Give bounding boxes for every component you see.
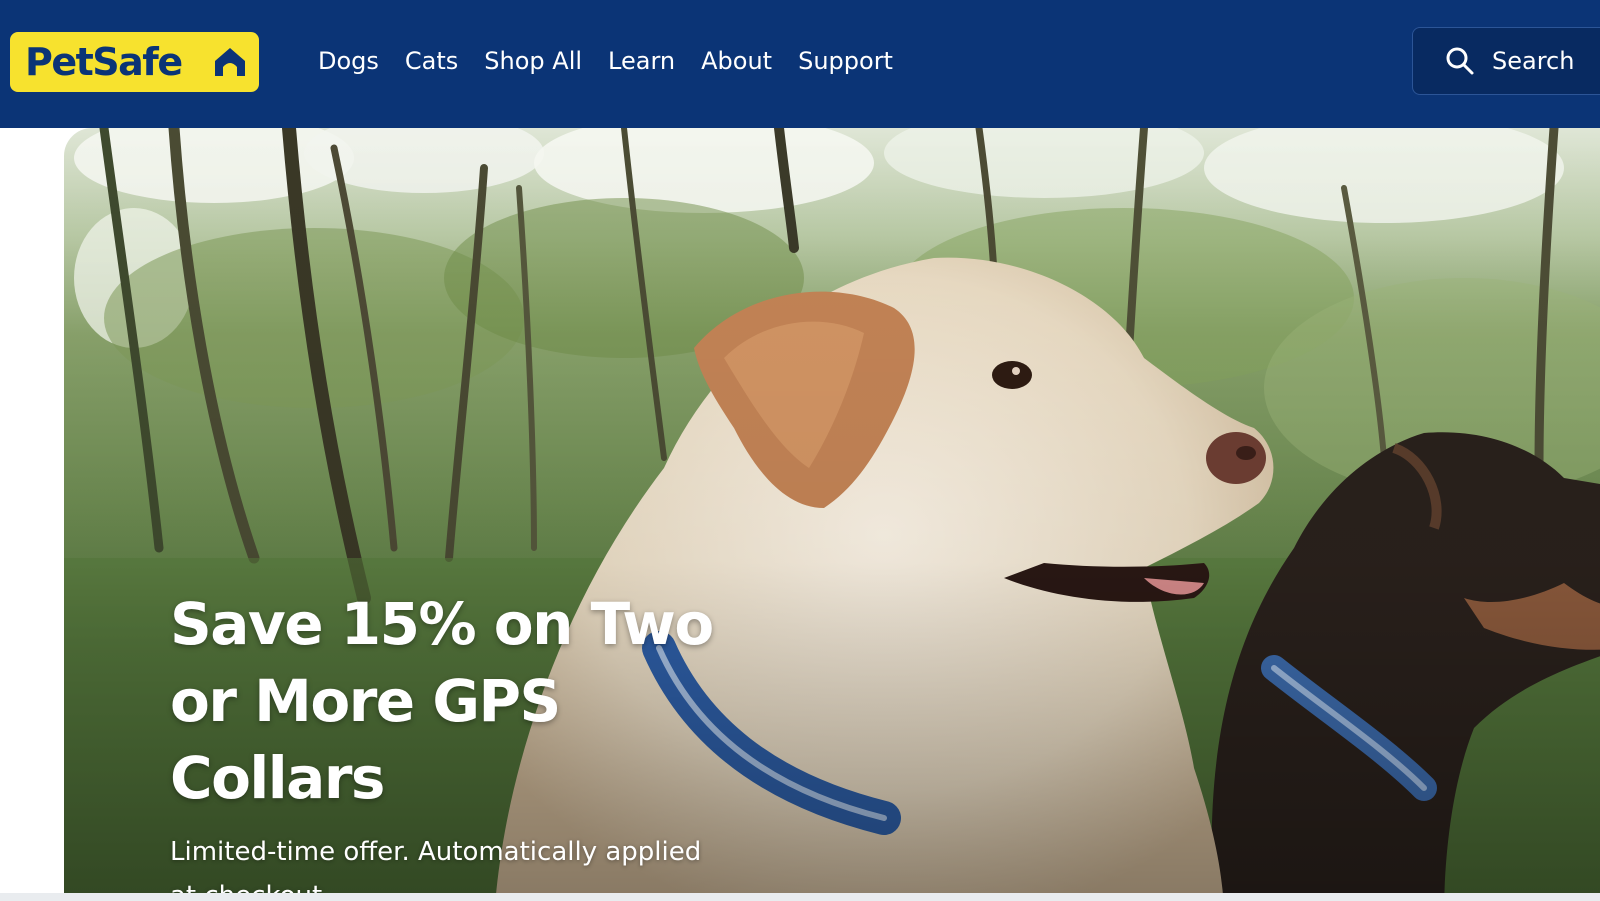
logo-text: PetSafe — [25, 40, 183, 84]
logo-house-icon — [215, 48, 245, 76]
page-bottom-edge — [0, 893, 1600, 901]
search-label: Search — [1492, 47, 1575, 75]
site-header: PetSafe Dogs Cats Shop All Learn About S… — [0, 0, 1600, 128]
main-nav: Dogs Cats Shop All Learn About Support — [305, 0, 906, 122]
petsafe-logo[interactable]: PetSafe — [10, 32, 259, 92]
nav-item-about[interactable]: About — [701, 47, 772, 75]
nav-item-dogs[interactable]: Dogs — [318, 47, 379, 75]
search-button[interactable]: Search — [1412, 27, 1600, 95]
nav-item-learn[interactable]: Learn — [608, 47, 675, 75]
hero-subtext: Limited-time offer. Automatically applie… — [170, 837, 702, 901]
hero-headline: Save 15% on Two or More GPS Collars — [170, 590, 714, 812]
nav-item-support[interactable]: Support — [798, 47, 893, 75]
nav-item-shop-all[interactable]: Shop All — [484, 47, 582, 75]
search-icon — [1446, 47, 1474, 75]
nav-item-cats[interactable]: Cats — [405, 47, 458, 75]
hero-banner[interactable]: Save 15% on Two or More GPS Collars Limi… — [64, 128, 1600, 901]
